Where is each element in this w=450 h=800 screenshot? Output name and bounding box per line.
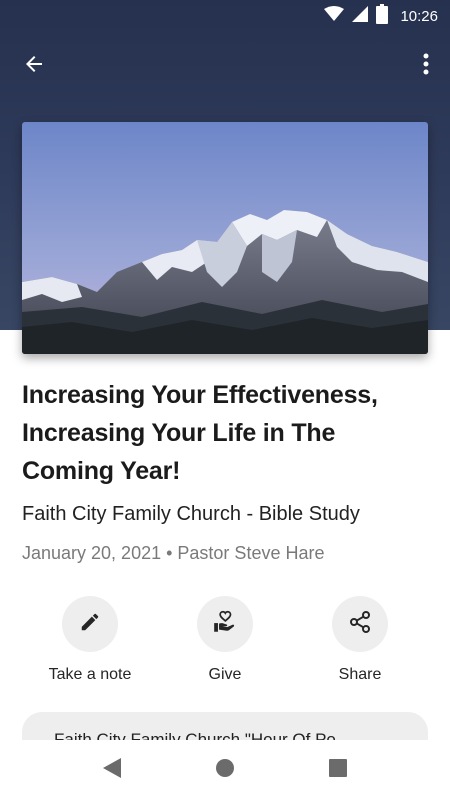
triangle-back-icon <box>102 757 122 784</box>
take-note-label: Take a note <box>48 666 132 683</box>
sermon-subtitle: Faith City Family Church - Bible Study <box>22 503 360 525</box>
more-vertical-icon <box>423 53 429 80</box>
take-note-button[interactable]: Take a note <box>30 596 150 684</box>
sermon-hero-image <box>22 122 428 354</box>
give-circle[interactable] <box>197 596 253 652</box>
share-button[interactable]: Share <box>300 596 420 684</box>
system-nav-bar <box>0 740 450 800</box>
square-recents-icon <box>328 758 348 783</box>
status-bar: 10:26 <box>0 0 450 32</box>
hand-heart-icon <box>212 609 238 640</box>
nav-recents-button[interactable] <box>326 758 350 782</box>
back-button[interactable] <box>14 46 54 86</box>
circle-home-icon <box>214 757 236 784</box>
toolbar <box>0 40 450 90</box>
nav-back-button[interactable] <box>100 757 124 784</box>
pencil-icon <box>79 611 101 638</box>
share-icon <box>348 610 372 639</box>
cell-signal-icon <box>352 5 369 27</box>
status-time: 10:26 <box>400 7 438 25</box>
share-label: Share <box>338 666 382 683</box>
nav-home-button[interactable] <box>213 758 237 782</box>
take-note-circle[interactable] <box>62 596 118 652</box>
share-circle[interactable] <box>332 596 388 652</box>
give-label: Give <box>208 666 242 683</box>
more-options-button[interactable] <box>410 46 442 86</box>
give-button[interactable]: Give <box>165 596 285 684</box>
arrow-left-icon <box>22 52 46 81</box>
battery-icon <box>376 3 389 29</box>
sermon-title: Increasing Your Effectiveness, Increasin… <box>22 381 378 485</box>
sermon-date-author: January 20, 2021 • Pastor Steve Hare <box>22 543 325 563</box>
wifi-icon <box>324 5 345 27</box>
